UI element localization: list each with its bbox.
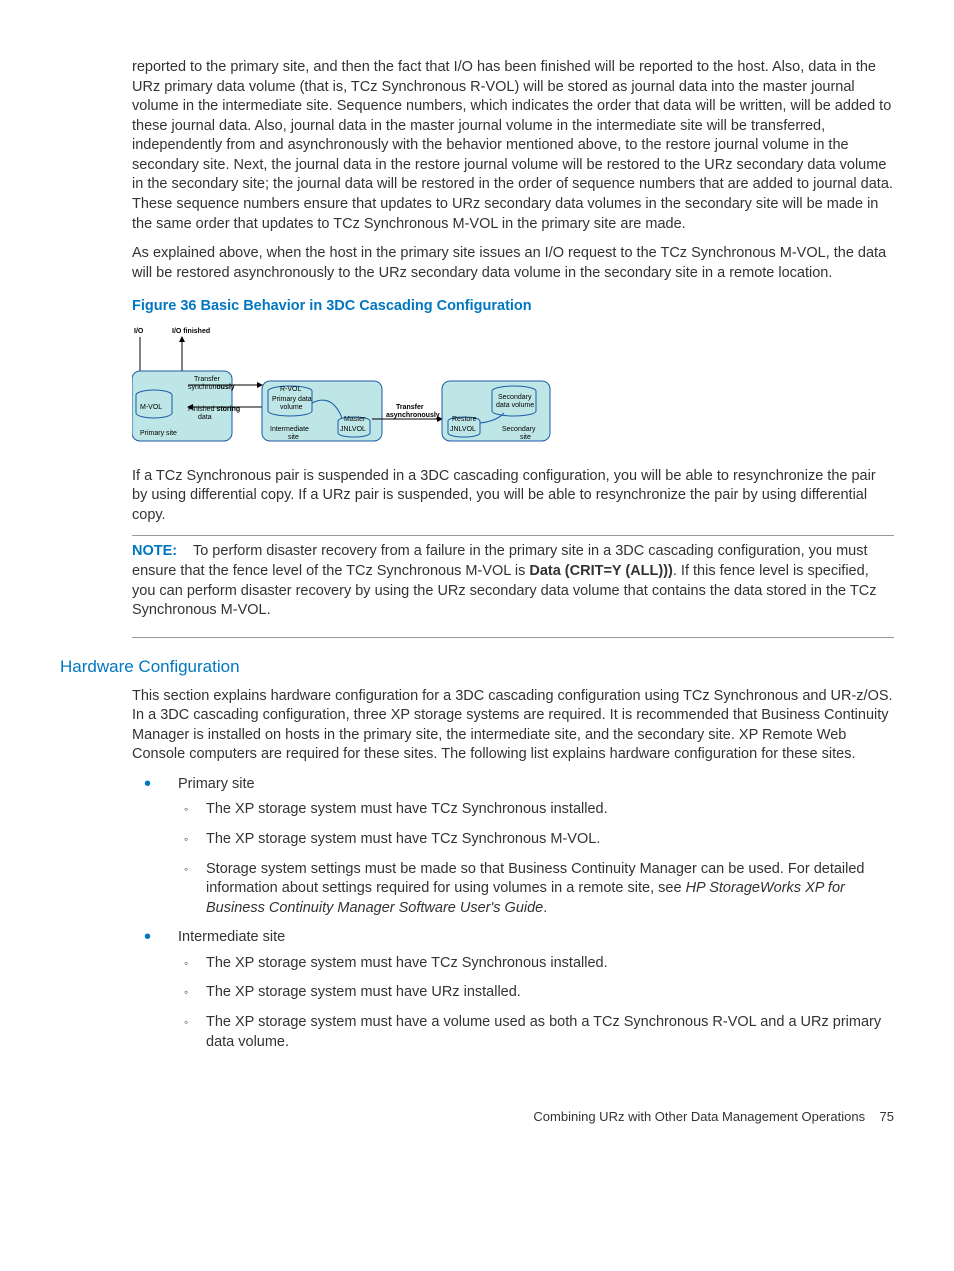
list-item: Primary site The XP storage system must … (132, 775, 894, 918)
note-label: NOTE: (132, 543, 177, 559)
diagram-label: R-VOL (280, 386, 302, 393)
bullet-list: Primary site The XP storage system must … (132, 775, 894, 1052)
diagram-label: I/O (134, 328, 144, 335)
page-footer: Combining URz with Other Data Management… (60, 1108, 894, 1126)
diagram-label: JNLVOL (450, 426, 476, 433)
body-paragraph: reported to the primary site, and then t… (132, 58, 894, 234)
diagram-label: M-VOL (140, 404, 162, 411)
list-item: The XP storage system must have a volume… (178, 1013, 894, 1052)
diagram-label: volume (280, 404, 303, 411)
list-item: The XP storage system must have TCz Sync… (178, 800, 894, 820)
diagram-label: data (198, 414, 212, 421)
diagram-label: Secondary (498, 394, 532, 401)
diagram-label: Intermediate (270, 426, 309, 433)
page-number: 75 (880, 1109, 894, 1124)
figure-caption: Figure 36 Basic Behavior in 3DC Cascadin… (132, 297, 894, 317)
diagram-label: Transfer (396, 404, 424, 411)
list-item: The XP storage system must have TCz Sync… (178, 954, 894, 974)
diagram-label: JNLVOL (340, 426, 366, 433)
diagram-label: site (288, 434, 299, 441)
section-heading: Hardware Configuration (60, 656, 894, 679)
list-item: The XP storage system must have URz inst… (178, 983, 894, 1003)
body-paragraph: As explained above, when the host in the… (132, 244, 894, 283)
diagram-label: Secondary (502, 426, 536, 433)
diagram-label: I/O finished (172, 328, 210, 335)
diagram-label: Primary site (140, 430, 177, 437)
footer-title: Combining URz with Other Data Management… (533, 1109, 865, 1124)
note-text: NOTE: To perform disaster recovery from … (132, 542, 894, 620)
figure-diagram: I/O I/O finished Transfer synchronously … (132, 323, 552, 453)
diagram-label: site (520, 434, 531, 441)
diagram-label: Master (344, 416, 366, 423)
list-item: Intermediate site The XP storage system … (132, 928, 894, 1052)
diagram-label: Restore (452, 416, 477, 423)
diagram-label: Transfer (194, 376, 220, 383)
body-paragraph: This section explains hardware configura… (132, 687, 894, 765)
list-item: The XP storage system must have TCz Sync… (178, 830, 894, 850)
body-paragraph: If a TCz Synchronous pair is suspended i… (132, 467, 894, 526)
diagram-label: asynchronously (386, 412, 440, 419)
note-block: NOTE: To perform disaster recovery from … (132, 535, 894, 637)
diagram-label: Primary data (272, 396, 312, 403)
diagram-label: data volume (496, 402, 534, 409)
list-item: Storage system settings must be made so … (178, 860, 894, 919)
